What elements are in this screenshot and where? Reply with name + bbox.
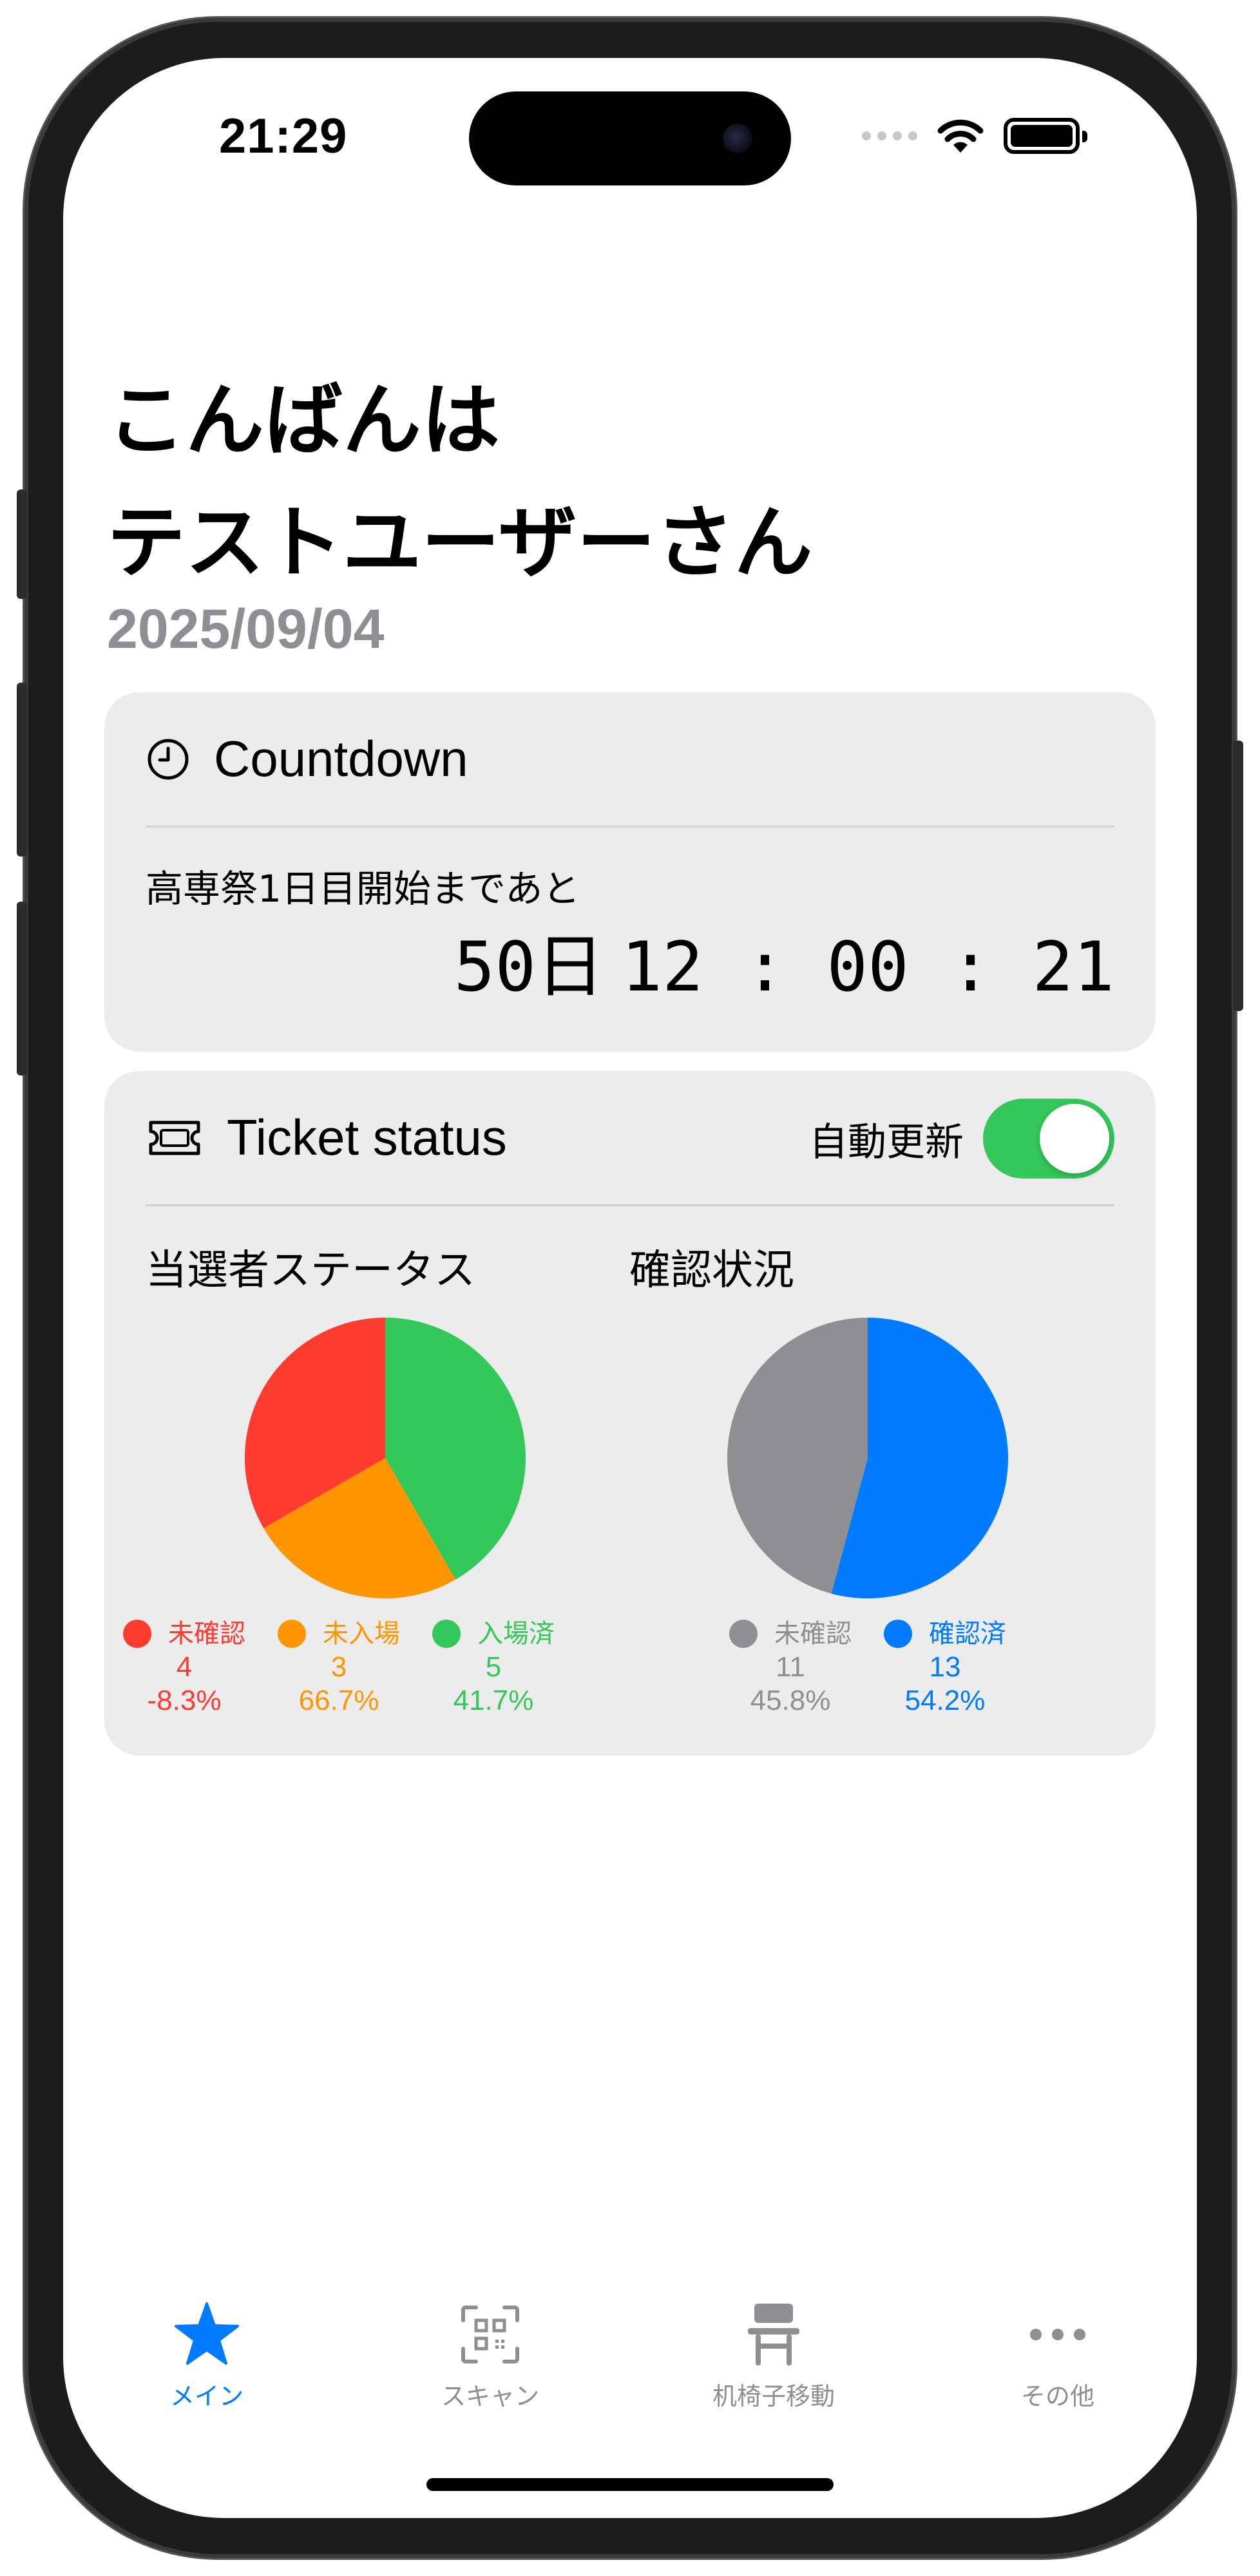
tab-label: メイン [169, 2382, 243, 2410]
countdown-value: 50日 12 : 00 : 21 [454, 911, 1114, 1010]
tab-label: スキャン [441, 2382, 539, 2410]
side-button-volume-down [17, 902, 27, 1075]
legend-dot [278, 1620, 306, 1648]
legend-dot [884, 1620, 912, 1648]
legend-dot [123, 1620, 151, 1648]
desk-chair-icon [738, 2299, 809, 2370]
legend-label: 確認済 [929, 1619, 1006, 1649]
auto-update-toggle[interactable] [983, 1099, 1114, 1179]
wifi-icon [937, 119, 984, 153]
legend-percent: 41.7% [453, 1685, 534, 1716]
auto-update-label: 自動更新 [809, 1119, 964, 1165]
tab-main[interactable]: メイン [91, 2299, 323, 2412]
legend-label: 未入場 [323, 1619, 400, 1649]
dynamic-island [469, 91, 791, 185]
ticket-header: Ticket status 自動更新 [146, 1071, 1114, 1206]
legend-label: 未確認 [168, 1619, 245, 1649]
legend-percent: 66.7% [298, 1685, 379, 1716]
legend-item-unconfirmed: 未確認 11 45.8% [713, 1617, 868, 1718]
side-button-volume-up [17, 683, 27, 857]
side-button-action [17, 489, 27, 599]
legend-dot [729, 1620, 758, 1648]
winner-status-title: 当選者ステータス [146, 1247, 475, 1294]
clock-icon [148, 739, 189, 779]
countdown-title: Countdown [214, 730, 468, 787]
camera-icon [723, 124, 752, 153]
legend-item-confirmed: 確認済 13 54.2% [868, 1617, 1022, 1718]
winner-status-legend: 未確認 4 -8.3% 未入場 3 66.7% 入場済 5 41.7% [104, 1617, 571, 1718]
legend-item-not-entered: 未入場 3 66.7% [262, 1617, 416, 1718]
legend-count: 13 [929, 1651, 961, 1683]
legend-label: 入場済 [477, 1619, 555, 1649]
greeting: こんばんは テストユーザーさん [107, 359, 813, 604]
legend-item-unconfirmed: 未確認 4 -8.3% [107, 1617, 262, 1718]
toggle-knob [1040, 1104, 1109, 1173]
legend-count: 4 [176, 1651, 193, 1683]
ticket-title: Ticket status [227, 1109, 507, 1166]
confirm-status-pie-chart [727, 1318, 1009, 1598]
legend-item-entered: 入場済 5 41.7% [416, 1617, 571, 1718]
status-time: 21:29 [219, 109, 348, 164]
legend-percent: 54.2% [904, 1685, 986, 1716]
countdown-header: Countdown [146, 692, 1114, 828]
star-icon [171, 2299, 242, 2370]
side-button-power [1233, 741, 1243, 1011]
current-date: 2025/09/04 [107, 598, 385, 660]
home-indicator [426, 2478, 834, 2491]
cellular-signal-icon [862, 131, 917, 140]
ticket-icon [149, 1121, 200, 1155]
winner-status-pie-chart [245, 1318, 526, 1598]
tab-other[interactable]: その他 [942, 2299, 1174, 2412]
legend-percent: -8.3% [147, 1685, 222, 1716]
confirm-status-legend: 未確認 11 45.8% 確認済 13 54.2% [713, 1617, 1022, 1718]
greeting-line-2: テストユーザーさん [107, 497, 813, 589]
ticket-status-card: Ticket status 自動更新 当選者ステータス 未確認 4 -8.3% … [104, 1071, 1156, 1756]
tab-label: 机椅子移動 [712, 2382, 835, 2410]
ellipsis-icon [1022, 2299, 1093, 2370]
auto-update-control: 自動更新 [809, 1071, 1114, 1206]
countdown-days: 50日 [453, 927, 605, 1007]
legend-count: 11 [776, 1651, 805, 1683]
greeting-line-1: こんばんは [107, 375, 500, 466]
countdown-clock: 12 : 00 : 21 [621, 927, 1114, 1007]
tab-desk-chair-move[interactable]: 机椅子移動 [658, 2299, 890, 2412]
status-indicators [862, 113, 1087, 158]
legend-percent: 45.8% [750, 1685, 831, 1716]
countdown-label: 高専祭1日目開始まであと [146, 867, 580, 911]
app-screen: 21:29 こんばんは テストユーザーさん 2025/09/04 Countdo… [63, 58, 1197, 2518]
legend-dot [432, 1620, 461, 1648]
battery-icon [1004, 118, 1087, 154]
tab-scan[interactable]: スキャン [374, 2299, 606, 2412]
tab-bar: メイン スキャン 机椅子移動 その他 [63, 2299, 1197, 2441]
countdown-card: Countdown 高専祭1日目開始まであと 50日 12 : 00 : 21 [104, 692, 1156, 1052]
qr-scan-icon [455, 2299, 526, 2370]
legend-label: 未確認 [774, 1619, 852, 1649]
legend-count: 5 [485, 1651, 502, 1683]
legend-count: 3 [330, 1651, 347, 1683]
tab-label: その他 [1020, 2382, 1094, 2410]
confirm-status-title: 確認状況 [629, 1247, 794, 1294]
